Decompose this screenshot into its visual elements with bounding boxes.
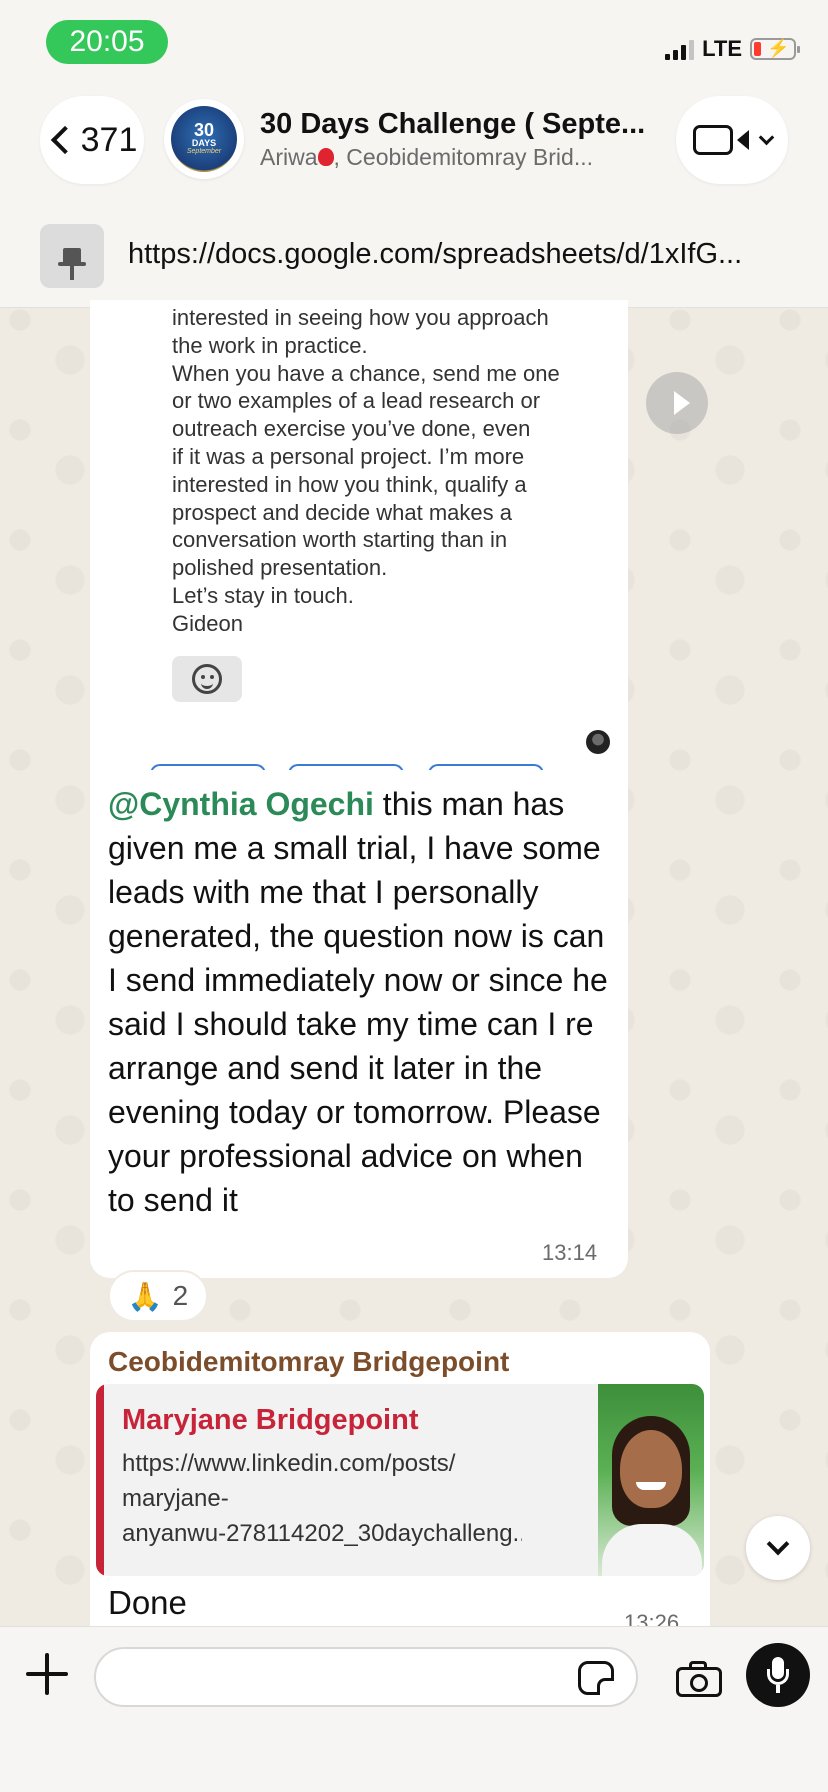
- chevron-down-icon: [758, 129, 774, 145]
- screenshot-emoji-button: [172, 656, 242, 702]
- plus-icon[interactable]: [24, 1651, 70, 1697]
- screenshot-line: prospect and decide what makes a: [172, 499, 512, 525]
- sender-name[interactable]: Ceobidemitomray Bridgepoint: [108, 1346, 509, 1378]
- reaction-pill[interactable]: 🙏 2: [108, 1270, 208, 1322]
- group-avatar[interactable]: 30 DAYS September: [164, 99, 244, 179]
- pin-icon: [58, 248, 86, 280]
- link-author: Maryjane Bridgepoint: [122, 1404, 419, 1436]
- screenshot-line: Let’s stay in touch.: [172, 582, 354, 608]
- screenshot-line: Gideon: [172, 610, 243, 636]
- back-button[interactable]: 371: [40, 96, 144, 184]
- screenshot-line: the work in practice.: [172, 332, 368, 358]
- link-url-line: https://www.linkedin.com/posts/: [122, 1450, 456, 1477]
- signal-icon: [665, 38, 695, 60]
- chevron-down-icon: [766, 1532, 790, 1556]
- screenshot-chips: [150, 764, 600, 770]
- pinned-icon-button[interactable]: [40, 224, 104, 288]
- compose-bar: [0, 1626, 828, 1792]
- forward-button[interactable]: [646, 372, 708, 434]
- participant-first: Ariwa: [260, 144, 318, 170]
- battery-icon: ⚡: [750, 38, 800, 60]
- screenshot-text: interested in seeing how you approach th…: [172, 304, 612, 638]
- message-time: 13:14: [542, 1240, 598, 1265]
- avatar-text-days: DAYS: [191, 138, 217, 148]
- video-call-button[interactable]: [676, 96, 788, 184]
- camera-lens-shape: [736, 130, 749, 150]
- message-text: @Cynthia Ogechi this man has given me a …: [108, 782, 618, 1222]
- screenshot-line: interested in how you think, qualify a: [172, 471, 527, 497]
- message-text: Done: [108, 1584, 187, 1621]
- link-thumbnail: [598, 1384, 704, 1576]
- link-url-line: maryjane-: [122, 1485, 229, 1512]
- chat-header: 20:05 LTE ⚡ 371 30 DAYS September 30 Day…: [0, 0, 828, 308]
- avatar-text-30: 30: [193, 120, 215, 140]
- shared-screenshot[interactable]: interested in seeing how you approach th…: [90, 300, 628, 770]
- status-icons: LTE ⚡: [665, 34, 800, 64]
- screenshot-line: interested in seeing how you approach: [172, 305, 549, 330]
- message-bubble[interactable]: Ceobidemitomray Bridgepoint Maryjane Bri…: [90, 1332, 710, 1632]
- balloon-icon: [317, 147, 334, 166]
- reaction-count: 2: [172, 1280, 189, 1311]
- link-url: https://www.linkedin.com/posts/ maryjane…: [122, 1446, 522, 1551]
- reaction-emoji: 🙏: [127, 1280, 163, 1312]
- link-preview-card[interactable]: Maryjane Bridgepoint https://www.linkedi…: [96, 1384, 704, 1576]
- status-time: 20:05: [46, 20, 168, 64]
- camera-icon[interactable]: [676, 1659, 722, 1697]
- forward-icon: [674, 391, 690, 415]
- chat-participants[interactable]: Ariwa , Ceobidemitomray Brid...: [260, 144, 650, 171]
- network-type: LTE: [702, 36, 742, 61]
- chat-title[interactable]: 30 Days Challenge ( Septe...: [260, 108, 650, 141]
- participant-rest: , Ceobidemitomray Brid...: [333, 144, 593, 170]
- screenshot-line: When you have a chance, send me one: [172, 360, 560, 386]
- screenshot-line: or two examples of a lead research or: [172, 388, 541, 414]
- link-url-line: anyanwu-278114202_30daychalleng...: [122, 1520, 522, 1547]
- unread-count: 371: [80, 120, 138, 159]
- pinned-message-link[interactable]: https://docs.google.com/spreadsheets/d/1…: [128, 238, 788, 271]
- message-body: this man has given me a small trial, I h…: [108, 786, 608, 1218]
- link-accent-bar: [96, 1384, 104, 1576]
- message-input[interactable]: [94, 1647, 638, 1707]
- mention[interactable]: @Cynthia Ogechi: [108, 786, 374, 822]
- microphone-button[interactable]: [746, 1643, 810, 1707]
- video-camera-icon: [692, 125, 733, 155]
- smiley-icon: [192, 664, 222, 694]
- avatar-text-month: September: [186, 148, 222, 155]
- screenshot-line: if it was a personal project. I’m more: [172, 443, 525, 469]
- screenshot-line: polished presentation.: [172, 555, 388, 581]
- screenshot-avatar: [586, 730, 610, 754]
- screenshot-line: outreach exercise you’ve done, even: [172, 416, 531, 442]
- message-bubble[interactable]: interested in seeing how you approach th…: [90, 300, 628, 1278]
- chevron-left-icon: [50, 125, 79, 155]
- screenshot-line: conversation worth starting than in: [172, 527, 508, 553]
- scroll-to-bottom-button[interactable]: [746, 1516, 810, 1580]
- sticker-icon[interactable]: [578, 1661, 614, 1695]
